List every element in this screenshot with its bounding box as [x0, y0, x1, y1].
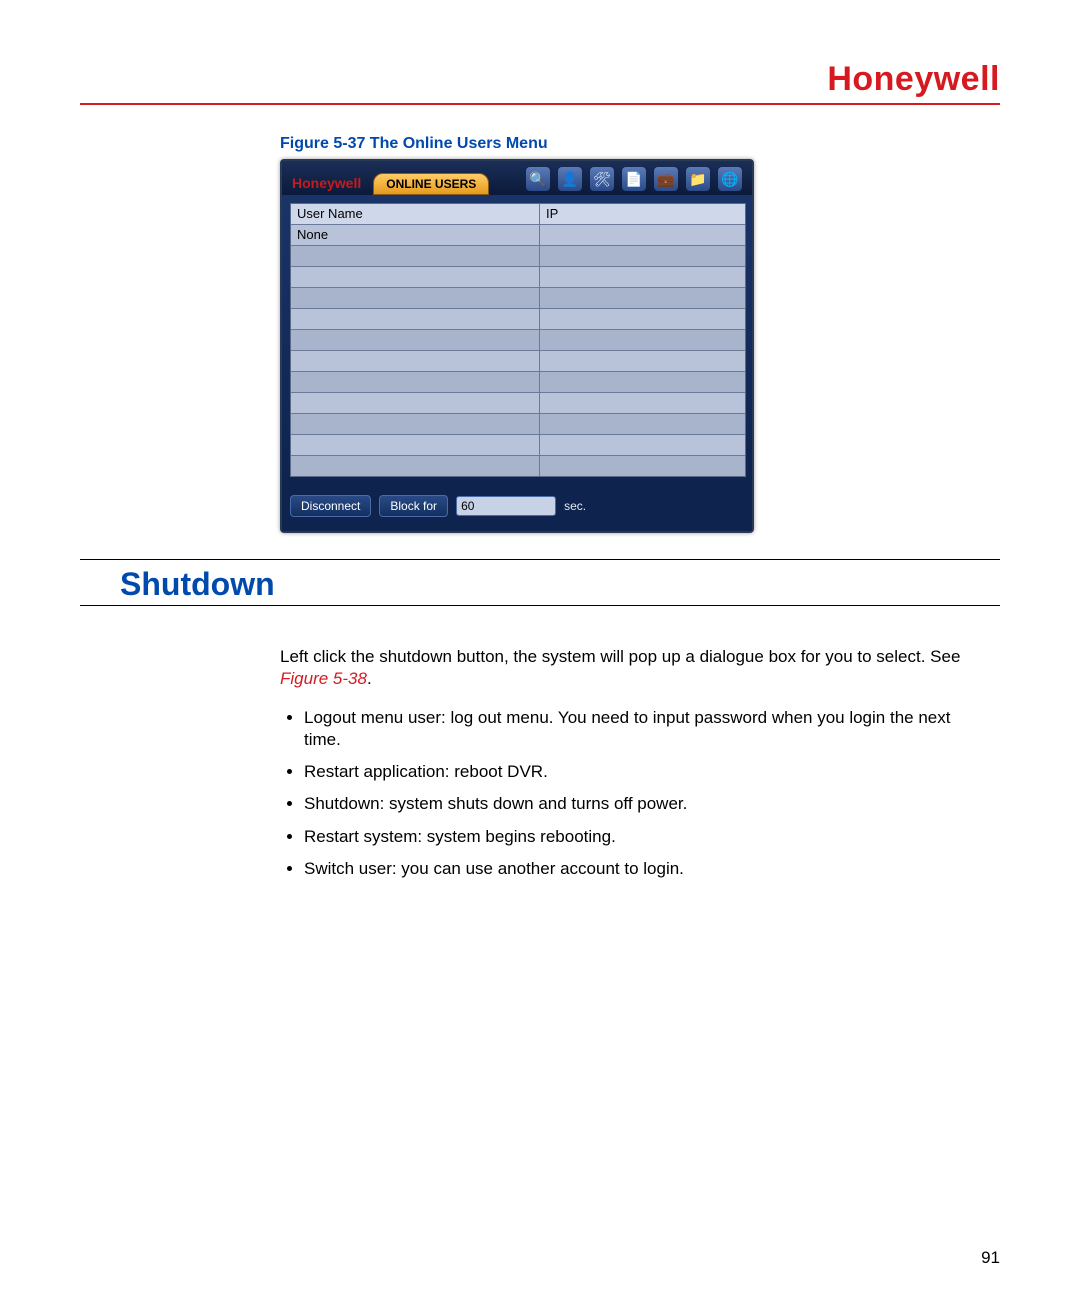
user-icon[interactable]: 👤	[558, 167, 582, 191]
table-row	[291, 393, 745, 414]
cell-user: None	[291, 225, 540, 245]
col-ip: IP	[540, 204, 745, 224]
col-user-name: User Name	[291, 204, 540, 224]
cell-ip	[540, 225, 745, 245]
paper-icon[interactable]: 📄	[622, 167, 646, 191]
table-row	[291, 351, 745, 372]
globe-icon[interactable]: 🌐	[718, 167, 742, 191]
table-row[interactable]: None	[291, 225, 745, 246]
brand-logo: Honeywell	[827, 60, 1000, 99]
intro-paragraph: Left click the shutdown button, the syst…	[280, 646, 980, 690]
table-row	[291, 267, 745, 288]
body-text: Left click the shutdown button, the syst…	[280, 646, 980, 880]
dvr-topbar: Honeywell ONLINE USERS 🔍 👤 🛠 📄 💼 📁 🌐	[282, 161, 752, 195]
toolbar-icons: 🔍 👤 🛠 📄 💼 📁 🌐	[489, 167, 746, 191]
briefcase-icon[interactable]: 💼	[654, 167, 678, 191]
table-row	[291, 435, 745, 456]
tools-icon[interactable]: 🛠	[590, 167, 614, 191]
intro-text-b: .	[367, 669, 372, 688]
folder-icon[interactable]: 📁	[686, 167, 710, 191]
block-duration-input[interactable]	[456, 496, 556, 516]
figure-caption: Figure 5-37 The Online Users Menu	[280, 135, 1000, 153]
table-row	[291, 246, 745, 267]
table-row	[291, 288, 745, 309]
block-unit-label: sec.	[564, 499, 586, 513]
online-users-table: User Name IP None	[290, 203, 746, 477]
table-row	[291, 330, 745, 351]
table-header: User Name IP	[291, 204, 745, 225]
online-users-figure: Honeywell ONLINE USERS 🔍 👤 🛠 📄 💼 📁 🌐 Use…	[280, 159, 754, 533]
list-item: Restart system: system begins rebooting.	[304, 826, 980, 848]
header-rule	[80, 103, 1000, 105]
table-row	[291, 414, 745, 435]
table-row	[291, 456, 745, 476]
list-item: Shutdown: system shuts down and turns of…	[304, 793, 980, 815]
table-row	[291, 309, 745, 330]
list-item: Restart application: reboot DVR.	[304, 761, 980, 783]
shutdown-options-list: Logout menu user: log out menu. You need…	[304, 707, 980, 880]
search-icon[interactable]: 🔍	[526, 167, 550, 191]
table-row	[291, 372, 745, 393]
dvr-footer: Disconnect Block for sec.	[282, 485, 752, 531]
intro-text-a: Left click the shutdown button, the syst…	[280, 647, 960, 666]
tab-online-users[interactable]: ONLINE USERS	[373, 173, 489, 195]
disconnect-button[interactable]: Disconnect	[290, 495, 371, 517]
list-item: Switch user: you can use another account…	[304, 858, 980, 880]
list-item: Logout menu user: log out menu. You need…	[304, 707, 980, 751]
section-rule-top	[80, 559, 1000, 560]
page-number: 91	[981, 1248, 1000, 1268]
dvr-logo: Honeywell	[292, 175, 361, 191]
block-for-button[interactable]: Block for	[379, 495, 448, 517]
section-rule-bottom	[80, 605, 1000, 606]
section-title-shutdown: Shutdown	[120, 566, 1000, 603]
figure-reference: Figure 5-38	[280, 669, 367, 688]
